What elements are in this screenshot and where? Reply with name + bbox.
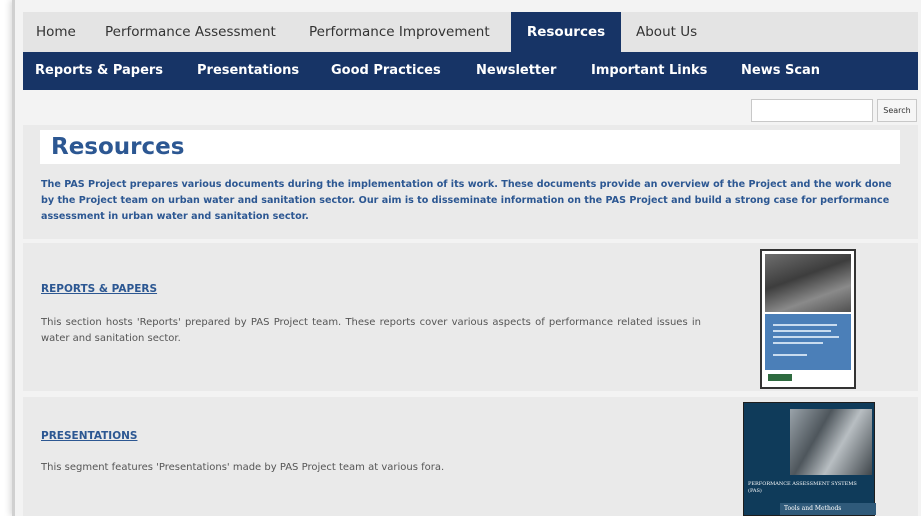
search-input[interactable] <box>751 99 873 122</box>
report-cover-logo <box>768 374 792 381</box>
sub-nav-presentations[interactable]: Presentations <box>197 52 299 90</box>
presentations-text: This segment features 'Presentations' ma… <box>41 462 445 473</box>
browser-page: Home Performance Assessment Performance … <box>12 0 921 516</box>
sub-nav-news-scan[interactable]: News Scan <box>741 52 820 90</box>
search-button[interactable]: Search <box>877 99 917 122</box>
report-cover-band <box>765 314 851 370</box>
top-nav-performance-assessment[interactable]: Performance Assessment <box>92 12 289 52</box>
presentation-cover-thumbnail[interactable]: PERFORMANCE ASSESSMENT SYSTEMS (PAS) Too… <box>743 402 876 516</box>
presentation-cover-subtitle: Tools and Methods <box>780 503 876 515</box>
presentations-link[interactable]: PRESENTATIONS <box>41 430 137 442</box>
top-nav: Home Performance Assessment Performance … <box>23 12 918 52</box>
reports-papers-text: This section hosts 'Reports' prepared by… <box>41 317 701 344</box>
top-nav-resources[interactable]: Resources <box>511 12 621 52</box>
section-reports-papers: REPORTS & PAPERS This section hosts 'Rep… <box>23 243 918 391</box>
sub-nav-newsletter[interactable]: Newsletter <box>476 52 556 90</box>
page-content: Home Performance Assessment Performance … <box>23 0 918 516</box>
page-title: Resources <box>51 134 185 160</box>
sub-nav-important-links[interactable]: Important Links <box>591 52 707 90</box>
intro-text: The PAS Project prepares various documen… <box>41 179 892 222</box>
presentation-cover-title: PERFORMANCE ASSESSMENT SYSTEMS (PAS) <box>748 481 857 494</box>
report-cover-thumbnail[interactable] <box>760 249 856 389</box>
sub-nav-reports-papers[interactable]: Reports & Papers <box>35 52 163 90</box>
top-nav-performance-improvement[interactable]: Performance Improvement <box>296 12 503 52</box>
top-nav-about-us[interactable]: About Us <box>623 12 710 52</box>
intro-block: Resources The PAS Project prepares vario… <box>23 125 918 239</box>
reports-papers-link[interactable]: REPORTS & PAPERS <box>41 283 157 295</box>
sub-nav-good-practices[interactable]: Good Practices <box>331 52 441 90</box>
top-nav-home[interactable]: Home <box>23 12 89 52</box>
section-presentations: PRESENTATIONS This segment features 'Pre… <box>23 397 918 516</box>
title-bar: Resources <box>40 130 900 164</box>
sub-nav: Reports & Papers Presentations Good Prac… <box>23 52 918 90</box>
report-cover-photo <box>765 254 851 312</box>
presentation-cover-photo <box>790 409 872 475</box>
